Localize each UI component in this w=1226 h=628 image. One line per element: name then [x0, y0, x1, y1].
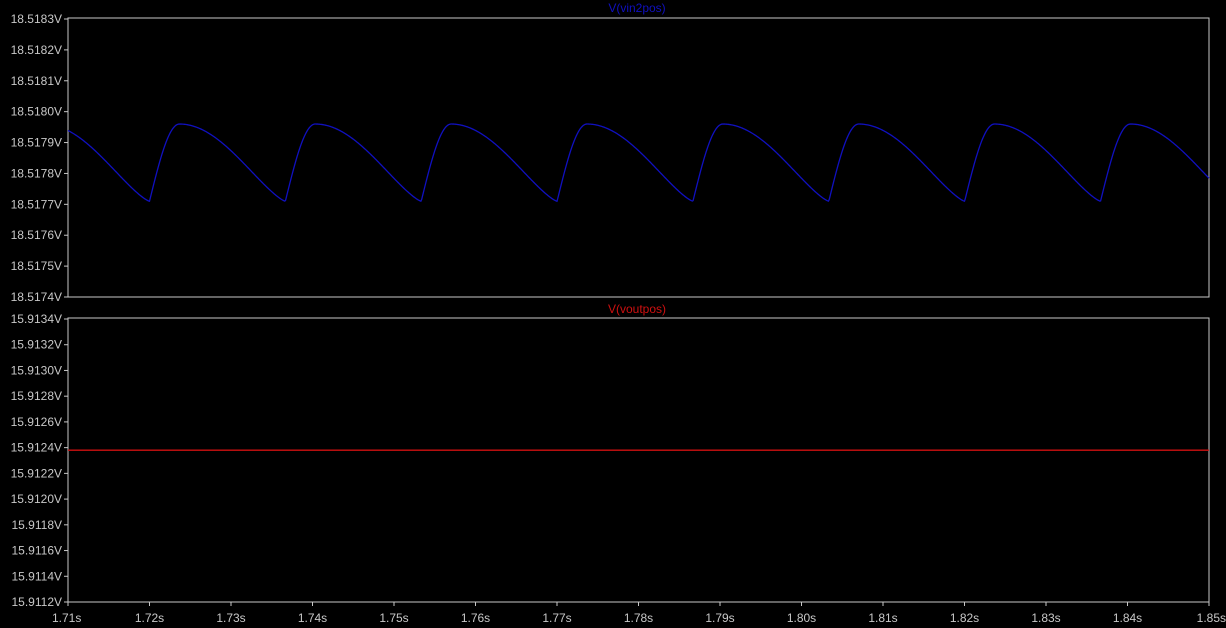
- y-tick-label: 15.9124V: [11, 441, 62, 455]
- plot-frame: [67, 17, 1210, 298]
- trace-title-voutpos[interactable]: V(voutpos): [608, 302, 666, 316]
- y-tick-label: 15.9114V: [12, 569, 63, 583]
- y-tick-label: 18.5175V: [11, 259, 62, 273]
- y-tick-label: 18.5181V: [11, 74, 62, 88]
- y-tick-label: 15.9126V: [11, 415, 62, 429]
- y-tick-label: 18.5182V: [11, 43, 62, 57]
- x-tick-label: 1.72s: [135, 611, 164, 625]
- x-tick-label: 1.80s: [787, 611, 816, 625]
- y-tick-label: 18.5179V: [11, 136, 62, 150]
- trace-vvin2pos[interactable]: [67, 123, 1210, 203]
- plot-pane-vin2pos[interactable]: 18.5183V 18.5182V 18.5181V 18.5180V 18.5179V…: [11, 12, 1210, 304]
- y-tick-label: 15.9132V: [11, 338, 62, 352]
- y-tick-label: 15.9122V: [11, 466, 62, 480]
- x-tick-label: 1.83s: [1031, 611, 1060, 625]
- y-tick-label: 15.9118V: [12, 518, 63, 532]
- y-tick-label: 18.5174V: [11, 290, 62, 304]
- x-tick-label: 1.82s: [950, 611, 979, 625]
- x-tick-label: 1.78s: [624, 611, 653, 625]
- x-tick-label: 1.74s: [298, 611, 327, 625]
- plot-frame: [67, 317, 1210, 603]
- x-tick-label: 1.81s: [868, 611, 897, 625]
- trace-title-vin2pos[interactable]: V(vin2pos): [608, 1, 665, 15]
- x-axis-time: 1.71s 1.72s 1.73s 1.74s 1.75s 1.76s 1.77s 1.78s…: [52, 602, 1226, 625]
- x-tick-label: 1.77s: [542, 611, 571, 625]
- x-tick-label: 1.75s: [379, 611, 408, 625]
- y-tick-label: 15.9130V: [11, 363, 62, 377]
- x-tick-label: 1.71s: [52, 611, 81, 625]
- y-tick-label: 15.9134V: [11, 312, 62, 326]
- y-tick-label: 15.9112V: [12, 595, 63, 609]
- waveform-viewer: V(vin2pos) V(voutpos) 18.5183V18.5182V18…: [11, 1, 1226, 625]
- y-tick-label: 15.9120V: [11, 492, 62, 506]
- x-tick-label: 1.79s: [705, 611, 734, 625]
- y-tick-label: 18.5176V: [11, 228, 62, 242]
- x-tick-label: 1.84s: [1113, 611, 1142, 625]
- x-tick-label: 1.73s: [216, 611, 245, 625]
- y-tick-label: 18.5180V: [11, 105, 62, 119]
- y-tick-label: 18.5177V: [11, 197, 62, 211]
- x-tick-label: 1.85s: [1197, 611, 1226, 625]
- y-tick-label: 18.5178V: [11, 166, 62, 180]
- y-tick-label: 15.9128V: [11, 389, 62, 403]
- x-tick-label: 1.76s: [461, 611, 490, 625]
- y-tick-label: 15.9116V: [12, 544, 63, 558]
- plot-pane-voutpos[interactable]: 15.9134V 15.9132V 15.9130V 15.9128V 15.9126V…: [11, 312, 1210, 609]
- y-tick-label: 18.5183V: [11, 12, 62, 26]
